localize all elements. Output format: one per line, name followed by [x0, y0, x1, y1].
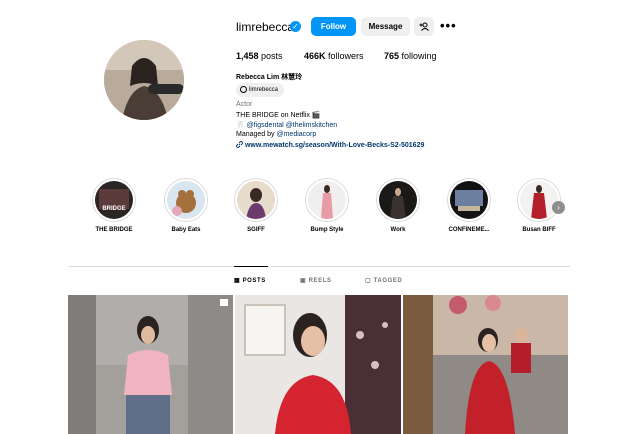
- profile-avatar[interactable]: [104, 40, 184, 120]
- posts-stat: 1,458 posts: [236, 51, 283, 61]
- suggest-user-button[interactable]: [414, 17, 434, 36]
- followers-stat[interactable]: 466K followers: [304, 51, 364, 61]
- tab-reels[interactable]: ▣ REELS: [300, 277, 332, 284]
- post-image: [235, 295, 401, 434]
- highlight-baby-eats[interactable]: [164, 178, 208, 222]
- tab-posts-label: POSTS: [242, 278, 266, 284]
- avatar-image: [104, 40, 184, 120]
- bio-line-1: THE BRIDGE on Netflix 🎬: [236, 112, 321, 119]
- website-row[interactable]: www.mewatch.sg/season/With-Love-Becks-S2…: [236, 141, 424, 149]
- post-thumbnail-2[interactable]: [235, 295, 401, 434]
- website-link[interactable]: www.mewatch.sg/season/With-Love-Becks-S2…: [245, 142, 424, 149]
- following-label: following: [401, 51, 437, 61]
- highlight-label: Busan BIFF: [522, 227, 556, 233]
- tab-tagged-label: TAGGED: [373, 278, 403, 284]
- tab-reels-label: REELS: [308, 278, 332, 284]
- highlight-busan-biff[interactable]: [517, 178, 561, 222]
- reels-icon: ▣: [300, 278, 307, 284]
- highlight-label: Work: [390, 227, 406, 233]
- threads-badge[interactable]: limrebecca: [236, 83, 285, 97]
- threads-handle: limrebecca: [249, 87, 279, 93]
- highlight-label: SGIFF: [247, 227, 265, 233]
- profile-username: limrebecca: [236, 20, 295, 34]
- bio-line-2[interactable]: 🦷 @figsdental @thelimskitchen: [236, 121, 337, 129]
- threads-icon: [240, 85, 247, 93]
- tag-icon: ▢: [365, 278, 372, 284]
- followers-count: 466K: [304, 51, 326, 61]
- mediacorp-mention-link[interactable]: @mediacorp: [276, 131, 316, 138]
- highlight-label: THE BRIDGE: [95, 227, 133, 233]
- post-image: [68, 295, 233, 434]
- bio-managed-by: Managed by: [236, 131, 277, 138]
- more-options-icon[interactable]: •••: [440, 18, 457, 33]
- highlight-label: Bump Style: [310, 227, 344, 233]
- followers-label: followers: [328, 51, 364, 61]
- follow-button[interactable]: Follow: [311, 17, 356, 36]
- grid-icon: ▦: [234, 278, 241, 284]
- tab-tagged[interactable]: ▢ TAGGED: [365, 277, 402, 284]
- highlight-confinement[interactable]: [447, 178, 491, 222]
- following-stat[interactable]: 765 following: [384, 51, 437, 61]
- posts-label: posts: [261, 51, 283, 61]
- following-count: 765: [384, 51, 400, 61]
- highlight-label: Baby Eats: [171, 227, 201, 233]
- highlight-work[interactable]: [376, 178, 420, 222]
- add-user-icon: [419, 22, 429, 32]
- verified-badge-icon: ✓: [290, 21, 301, 32]
- profile-category: Actor: [236, 101, 253, 108]
- posts-count: 1,458: [236, 51, 259, 61]
- highlight-label: CONFINEME...: [448, 227, 490, 233]
- svg-text:BRIDGE: BRIDGE: [102, 206, 125, 212]
- post-thumbnail-3[interactable]: [403, 295, 568, 434]
- highlight-the-bridge[interactable]: BRIDGE: [92, 178, 136, 222]
- bio-line-3: Managed by @mediacorp: [236, 131, 316, 138]
- post-image: [403, 295, 568, 434]
- highlight-sgiff[interactable]: [234, 178, 278, 222]
- tabs-divider: [68, 266, 570, 267]
- tab-posts[interactable]: ▦ POSTS: [234, 277, 266, 284]
- chevron-right-icon[interactable]: ›: [552, 201, 565, 214]
- profile-full-name: Rebecca Lim 林慧玲: [236, 74, 303, 81]
- active-tab-indicator: [234, 266, 268, 267]
- highlight-bump-style[interactable]: [305, 178, 349, 222]
- message-button[interactable]: Message: [361, 17, 410, 36]
- link-icon: [236, 141, 243, 148]
- post-thumbnail-1[interactable]: [68, 295, 233, 434]
